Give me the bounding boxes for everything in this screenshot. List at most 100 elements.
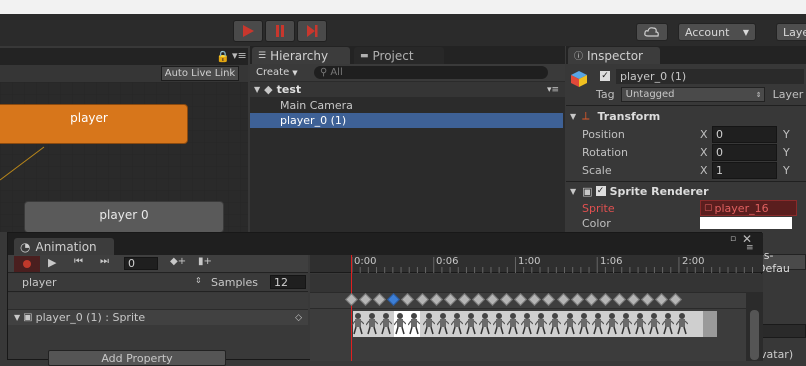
animation-controls: ▶ ⏮ ⏭ 0 ◆+ ▮+	[8, 255, 308, 273]
timeline-label: 1:00	[518, 256, 541, 267]
sprite-strip-end	[703, 311, 717, 337]
hierarchy-item-main-camera[interactable]: Main Camera	[250, 98, 565, 113]
state-node-player-label: player	[70, 111, 108, 125]
hierarchy-item-label: Main Camera	[280, 99, 353, 112]
sprite-thumbnail	[407, 311, 421, 336]
tag-dropdown[interactable]: Untagged ⇕	[620, 87, 765, 102]
sprite-thumbnail	[492, 311, 506, 336]
transform-header[interactable]: ▼ ⟂ Transform	[570, 108, 806, 124]
list-icon: ☰	[258, 50, 267, 61]
inspector-field-partial[interactable]	[760, 324, 806, 338]
sprite-thumbnail	[365, 311, 379, 336]
sprite-field[interactable]: ▢ player_16	[700, 200, 797, 216]
hierarchy-search-input[interactable]: ⚲ All	[314, 66, 548, 79]
rotation-label: Rotation	[582, 145, 629, 159]
clip-name[interactable]: player	[22, 276, 57, 289]
step-button[interactable]	[297, 20, 327, 42]
chevron-down-icon: ▼	[292, 68, 298, 77]
active-checkbox[interactable]: ✓	[600, 71, 610, 81]
color-row: Color	[582, 217, 806, 229]
account-dropdown[interactable]: Account ▼	[678, 23, 756, 41]
sprite-renderer-icon: ▣	[582, 184, 593, 198]
chevron-updown-icon[interactable]: ⇕	[195, 276, 202, 285]
hierarchy-panel: ☰ Hierarchy ▬ Project Create ▼ ⚲ All ▼ ◆…	[250, 46, 565, 232]
create-label: Create	[256, 67, 290, 78]
add-property-button[interactable]: Add Property	[48, 350, 226, 366]
playhead[interactable]	[351, 255, 352, 361]
gameobject-cube-icon	[570, 70, 588, 88]
search-icon: ⚲	[320, 67, 328, 78]
property-label: player_0 (1) : Sprite	[35, 311, 146, 324]
tab-animation-label: Animation	[35, 239, 97, 254]
state-node-player[interactable]: player	[0, 104, 188, 144]
state-node-player0[interactable]: player 0	[24, 201, 224, 233]
layers-dropdown[interactable]: Layer	[776, 23, 806, 41]
keyframe-diamond-icon[interactable]: ◇	[295, 313, 302, 323]
next-key-icon[interactable]: ⏭	[100, 256, 109, 267]
sprite-thumbnail	[478, 311, 492, 336]
add-event-icon[interactable]: ▮+	[198, 256, 212, 267]
pause-button[interactable]	[265, 20, 295, 42]
sprite-renderer-header[interactable]: ▼ ▣ ✓ Sprite Renderer	[570, 183, 806, 199]
maximize-icon[interactable]: ▫	[730, 234, 736, 244]
expand-arrow-icon: ▼	[14, 313, 21, 322]
color-swatch[interactable]	[700, 217, 792, 229]
folder-icon: ▬	[360, 50, 369, 61]
component-enabled-checkbox[interactable]: ✓	[595, 186, 606, 196]
scale-x-field[interactable]: 1	[712, 161, 777, 179]
timeline-ruler[interactable]: 0:00 0:06 1:00 1:06 2:00	[310, 255, 763, 273]
play-icon[interactable]: ▶	[48, 256, 56, 269]
position-x-field[interactable]: 0	[712, 125, 777, 143]
animation-tabbar	[8, 233, 763, 255]
property-row[interactable]: ▼ ▣ player_0 (1) : Sprite ◇	[8, 309, 308, 325]
vertical-scrollbar[interactable]	[746, 292, 763, 361]
tab-inspector[interactable]: ⓘ Inspector	[568, 47, 660, 64]
prev-key-icon[interactable]: ⏮	[74, 256, 83, 267]
transform-title: Transform	[597, 109, 661, 123]
object-name-field[interactable]: player_0 (1)	[616, 68, 804, 84]
position-label: Position	[582, 127, 625, 141]
sprite-thumbnail	[619, 311, 633, 336]
tag-row: Tag Untagged ⇕ Layer	[596, 87, 806, 102]
chevron-down-icon: ▼	[742, 27, 749, 37]
transform-row-scale: Scale X 1 Y	[582, 161, 806, 179]
add-keyframe-icon[interactable]: ◆+	[170, 256, 186, 267]
event-lane[interactable]	[310, 274, 763, 292]
panel-menu-icon[interactable]: ≡	[746, 243, 754, 253]
sprite-thumbnail	[450, 311, 464, 336]
color-label: Color	[582, 217, 611, 229]
object-name-row: ✓ player_0 (1)	[600, 68, 806, 84]
expand-arrow-icon: ▼	[254, 85, 261, 94]
sprite-thumbnail	[379, 311, 393, 336]
account-label: Account	[685, 25, 730, 39]
play-button[interactable]	[233, 20, 263, 42]
divider	[566, 105, 806, 106]
expand-arrow-icon: ▼	[570, 186, 577, 196]
state-node-player0-label: player 0	[99, 208, 149, 222]
create-dropdown[interactable]: Create ▼	[256, 65, 298, 80]
animator-tabbar: 🔒 ▾≡	[0, 48, 248, 65]
tab-animation[interactable]: ◔ Animation	[14, 238, 114, 255]
cloud-icon	[644, 27, 659, 37]
scene-row[interactable]: ▼ ◆ test ▾≡	[250, 82, 565, 97]
sprite-thumbnail	[633, 311, 647, 336]
panel-menu-icon[interactable]: ▾≡	[232, 49, 247, 62]
sprite-thumbnail	[661, 311, 675, 336]
transform-row-rotation: Rotation X 0 Y	[582, 143, 806, 161]
chevron-updown-icon: ⇕	[755, 90, 762, 99]
frame-field[interactable]: 0	[124, 257, 158, 270]
sprite-asset-icon: ▢	[704, 203, 713, 213]
sprite-thumbnail	[675, 311, 689, 336]
material-field[interactable]: es-Defau	[756, 249, 806, 275]
rotation-x-field[interactable]: 0	[712, 143, 777, 161]
cloud-button[interactable]	[636, 23, 668, 41]
hierarchy-item-player[interactable]: player_0 (1)	[250, 113, 563, 128]
scrollbar-thumb[interactable]	[750, 310, 759, 360]
lock-icon[interactable]: 🔒	[216, 50, 230, 63]
scene-menu-icon[interactable]: ▾≡	[547, 85, 559, 95]
tab-hierarchy[interactable]: ☰ Hierarchy	[252, 47, 350, 64]
auto-live-link-button[interactable]: Auto Live Link	[161, 66, 239, 81]
record-button[interactable]	[14, 256, 40, 272]
tab-project[interactable]: ▬ Project	[354, 47, 444, 64]
samples-field[interactable]: 12	[270, 275, 306, 289]
